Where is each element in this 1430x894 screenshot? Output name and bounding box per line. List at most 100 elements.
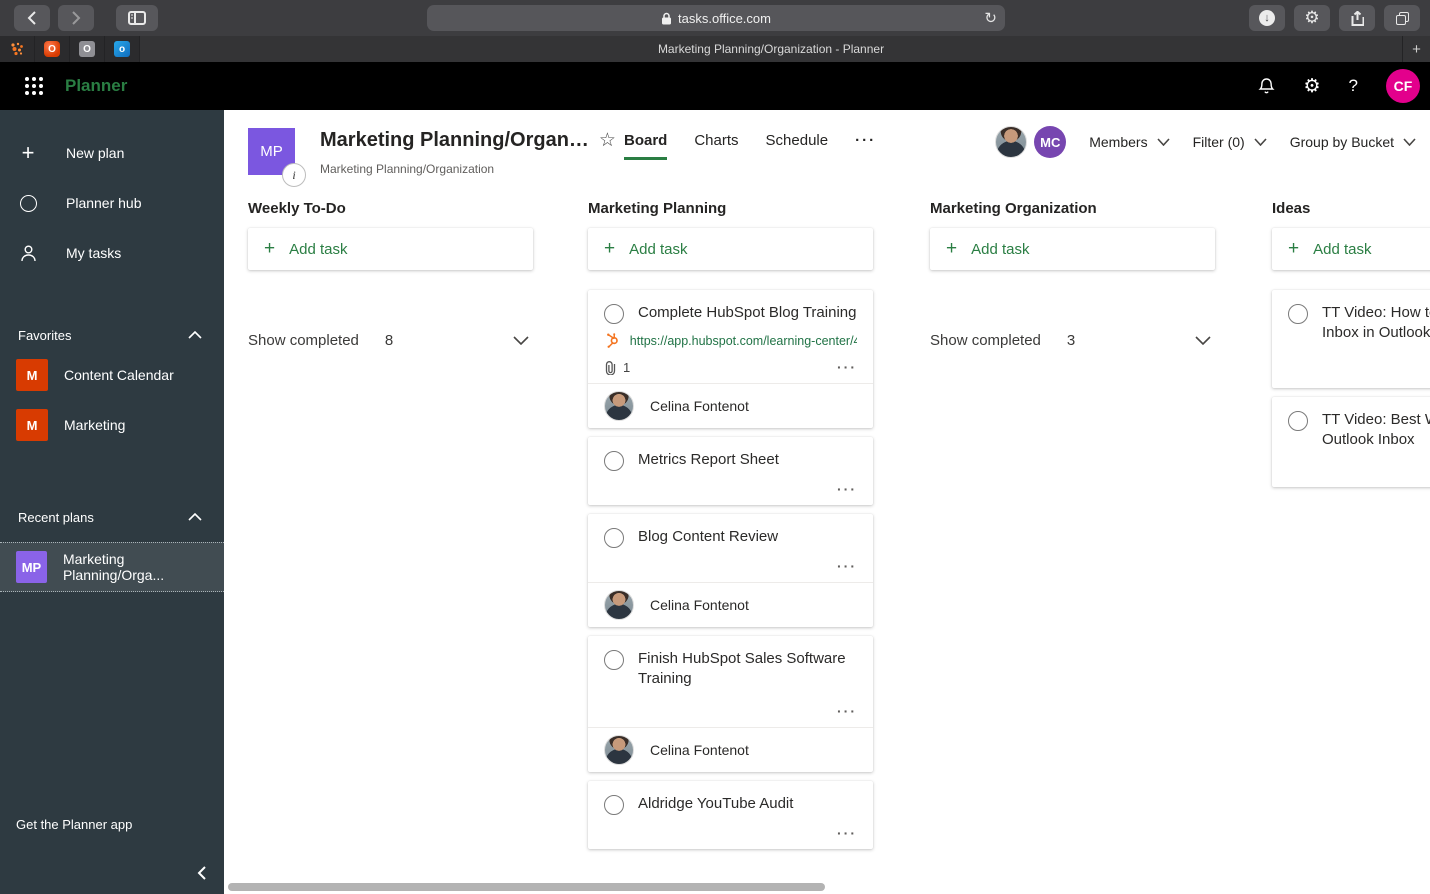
bucket-marketing-planning: Marketing Planning + Add task Complete H… — [588, 200, 873, 849]
tab-board[interactable]: Board — [624, 132, 668, 160]
user-avatar[interactable]: CF — [1386, 69, 1420, 103]
task-title: Metrics Report Sheet — [638, 451, 779, 468]
sidebar-item-my-tasks[interactable]: My tasks — [0, 228, 224, 278]
address-bar[interactable]: tasks.office.com ↻ — [427, 5, 1005, 31]
tab-bar: O O o Marketing Planning/Organization - … — [0, 36, 1430, 62]
member-photo-avatar[interactable] — [995, 126, 1028, 158]
tab-charts[interactable]: Charts — [694, 132, 738, 157]
recent-plans-header[interactable]: Recent plans — [0, 502, 224, 532]
sidebar-plan-marketing[interactable]: M Marketing — [0, 400, 224, 450]
task-card[interactable]: Aldridge YouTube Audit ··· — [588, 781, 873, 849]
info-icon[interactable]: i — [282, 163, 306, 187]
group-by-dropdown[interactable]: Group by Bucket — [1290, 134, 1416, 150]
task-title-line1: TT Video: How to Se — [1322, 304, 1430, 321]
assignee-avatar — [604, 735, 634, 765]
settings-gear-icon[interactable]: ⚙ — [1303, 75, 1320, 98]
card-more-button[interactable]: ··· — [837, 481, 857, 497]
task-checkbox[interactable] — [1288, 304, 1308, 324]
horizontal-scrollbar[interactable] — [228, 883, 825, 891]
sidebar-toggle-button[interactable] — [116, 5, 158, 31]
task-card[interactable]: Finish HubSpot Sales Software Training ·… — [588, 636, 873, 772]
task-card[interactable]: TT Video: How to Se Inbox in Outlook — [1272, 290, 1430, 388]
pinned-tab-office[interactable]: O — [35, 36, 70, 62]
bucket-name[interactable]: Marketing Organization — [930, 200, 1215, 228]
add-task-button[interactable]: + Add task — [588, 228, 873, 270]
task-title-line2: Inbox in Outlook — [1322, 324, 1430, 341]
task-checkbox[interactable] — [604, 650, 624, 670]
show-completed-toggle[interactable]: Show completed 3 — [930, 332, 1215, 349]
task-link[interactable]: https://app.hubspot.com/learning-center/… — [630, 334, 857, 348]
collapse-sidebar-button[interactable] — [197, 866, 206, 880]
card-more-button[interactable]: ··· — [837, 558, 857, 574]
assignee-name: Celina Fontenot — [650, 597, 749, 613]
help-icon[interactable]: ? — [1349, 76, 1358, 96]
group-by-label: Group by Bucket — [1289, 134, 1394, 150]
sidebar-item-label: Planner hub — [66, 195, 142, 211]
pinned-tab-hubspot[interactable] — [0, 36, 35, 62]
share-button[interactable] — [1339, 5, 1375, 31]
task-title: Blog Content Review — [638, 528, 779, 545]
task-card[interactable]: Complete HubSpot Blog Training https://a… — [588, 290, 873, 428]
filter-dropdown[interactable]: Filter (0) — [1193, 134, 1267, 150]
chevron-down-icon — [1157, 138, 1170, 146]
member-avatar-mc[interactable]: MC — [1034, 126, 1067, 158]
bucket-name[interactable]: Ideas — [1272, 200, 1430, 228]
downloads-button[interactable]: ↓ — [1249, 5, 1285, 31]
more-tabs-button[interactable]: ··· — [855, 132, 876, 157]
get-planner-app-link[interactable]: Get the Planner app — [16, 817, 132, 832]
card-more-button[interactable]: ··· — [837, 703, 857, 719]
members-dropdown[interactable]: Members — [1089, 134, 1170, 150]
reload-icon[interactable]: ↻ — [984, 9, 997, 27]
bucket-name[interactable]: Weekly To-Do — [248, 200, 533, 228]
star-icon[interactable]: ☆ — [599, 129, 616, 152]
assignee-avatar — [604, 391, 634, 421]
task-checkbox[interactable] — [604, 304, 624, 324]
task-checkbox[interactable] — [604, 528, 624, 548]
back-button[interactable] — [14, 5, 50, 31]
notifications-bell-icon[interactable] — [1258, 77, 1276, 95]
task-card[interactable]: Blog Content Review ··· Celina Fontenot — [588, 514, 873, 627]
sidebar-plan-marketing-planning[interactable]: MP Marketing Planning/Orga... — [0, 542, 224, 592]
main-content: MP i Marketing Planning/Organ… ☆ Marketi… — [224, 110, 1430, 894]
task-card[interactable]: Metrics Report Sheet ··· — [588, 437, 873, 505]
browser-chrome: tasks.office.com ↻ ↓ ⚙ — [0, 0, 1430, 36]
attachment-count: 1 — [604, 360, 630, 375]
pinned-tab-onenote[interactable]: O — [70, 36, 105, 62]
task-title: Aldridge YouTube Audit — [638, 795, 794, 812]
add-task-button[interactable]: + Add task — [930, 228, 1215, 270]
pinned-tab-outlook[interactable]: o — [105, 36, 140, 62]
hub-icon — [18, 194, 38, 212]
bucket-ideas: Ideas + Add task TT Video: How to Se Inb… — [1272, 200, 1430, 487]
sidebar-plan-content-calendar[interactable]: M Content Calendar — [0, 350, 224, 400]
chevron-right-icon — [72, 11, 81, 25]
show-completed-label: Show completed — [930, 332, 1041, 349]
favorites-header[interactable]: Favorites — [0, 320, 224, 350]
sidebar-item-new-plan[interactable]: + New plan — [0, 128, 224, 178]
add-task-label: Add task — [629, 240, 688, 258]
new-tab-button[interactable]: + — [1402, 36, 1430, 62]
add-task-button[interactable]: + Add task — [248, 228, 533, 270]
paperclip-icon — [605, 360, 616, 375]
waffle-icon[interactable] — [25, 77, 43, 95]
tab-schedule[interactable]: Schedule — [766, 132, 829, 157]
sidebar-item-planner-hub[interactable]: Planner hub — [0, 178, 224, 228]
plan-tile: MP — [16, 551, 47, 583]
active-tab[interactable]: Marketing Planning/Organization - Planne… — [140, 36, 1402, 62]
person-icon — [18, 244, 38, 262]
task-checkbox[interactable] — [604, 451, 624, 471]
forward-button[interactable] — [58, 5, 94, 31]
add-task-button[interactable]: + Add task — [1272, 228, 1430, 270]
plan-subtitle: Marketing Planning/Organization — [320, 162, 495, 176]
assignee-row: Celina Fontenot — [588, 582, 873, 627]
extensions-button[interactable]: ⚙ — [1294, 5, 1330, 31]
task-checkbox[interactable] — [604, 795, 624, 815]
bucket-name[interactable]: Marketing Planning — [588, 200, 873, 228]
card-more-button[interactable]: ··· — [837, 359, 857, 375]
favorites-label: Favorites — [18, 327, 72, 343]
tab-overview-button[interactable] — [1384, 5, 1420, 31]
task-card[interactable]: TT Video: Best Ways Outlook Inbox — [1272, 397, 1430, 487]
task-checkbox[interactable] — [1288, 411, 1308, 431]
add-task-label: Add task — [971, 240, 1030, 258]
card-more-button[interactable]: ··· — [837, 825, 857, 841]
show-completed-toggle[interactable]: Show completed 8 — [248, 332, 533, 349]
